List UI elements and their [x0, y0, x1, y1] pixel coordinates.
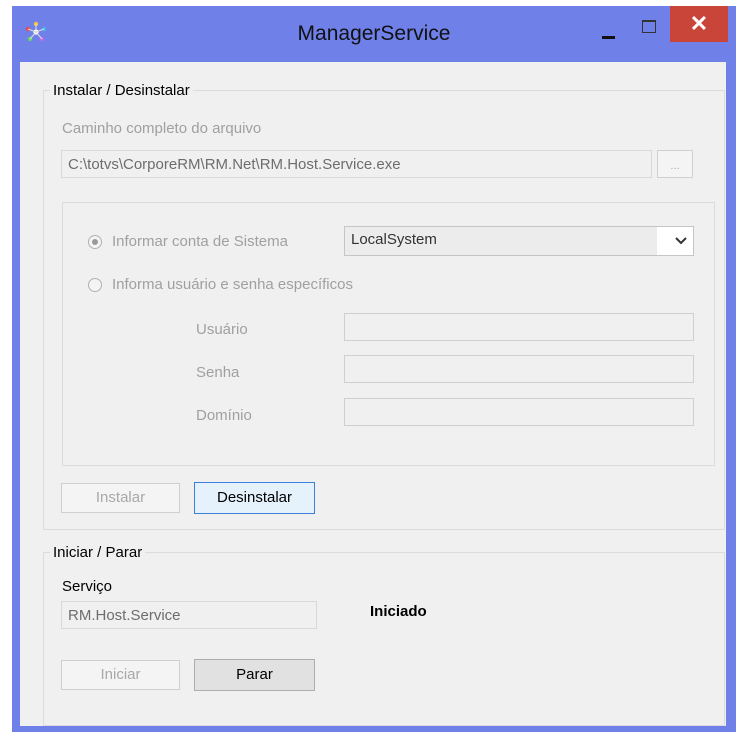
service-label: Serviço [62, 578, 113, 595]
maximize-button[interactable] [632, 16, 666, 40]
radio-user-account[interactable] [88, 278, 102, 292]
account-select-value: LocalSystem [345, 227, 657, 255]
client-area: Instalar / Desinstalar Caminho completo … [20, 62, 726, 726]
uninstall-button[interactable]: Desinstalar [194, 482, 315, 514]
install-group-legend: Instalar / Desinstalar [50, 82, 193, 99]
start-button[interactable]: Iniciar [61, 660, 180, 690]
browse-button[interactable]: ... [657, 150, 693, 178]
close-button[interactable]: ✕ [670, 6, 728, 42]
service-group-legend: Iniciar / Parar [50, 544, 146, 561]
service-group: Iniciar / Parar [43, 544, 725, 726]
user-input[interactable] [344, 313, 694, 341]
install-button[interactable]: Instalar [61, 483, 180, 513]
password-label: Senha [196, 364, 240, 381]
domain-input[interactable] [344, 398, 694, 426]
stop-button[interactable]: Parar [194, 659, 315, 691]
path-field[interactable]: C:\totvs\CorporeRM\RM.Net\RM.Host.Servic… [61, 150, 652, 178]
minimize-button[interactable] [592, 20, 626, 44]
radio-user-label: Informa usuário e senha específicos [112, 276, 353, 293]
window: ManagerService ✕ Instalar / Desinstalar … [12, 6, 736, 732]
password-input[interactable] [344, 355, 694, 383]
account-select[interactable]: LocalSystem [344, 226, 694, 256]
radio-system-account[interactable] [88, 235, 102, 249]
radio-system-label: Informar conta de Sistema [112, 233, 288, 250]
service-status: Iniciado [370, 603, 427, 620]
service-field[interactable]: RM.Host.Service [61, 601, 317, 629]
window-title: ManagerService [297, 22, 451, 45]
path-label: Caminho completo do arquivo [62, 120, 262, 137]
user-label: Usuário [196, 321, 248, 338]
chevron-down-icon [675, 237, 687, 245]
close-icon: ✕ [689, 11, 709, 36]
title-bar[interactable]: ManagerService ✕ [12, 6, 736, 62]
domain-label: Domínio [196, 407, 252, 424]
